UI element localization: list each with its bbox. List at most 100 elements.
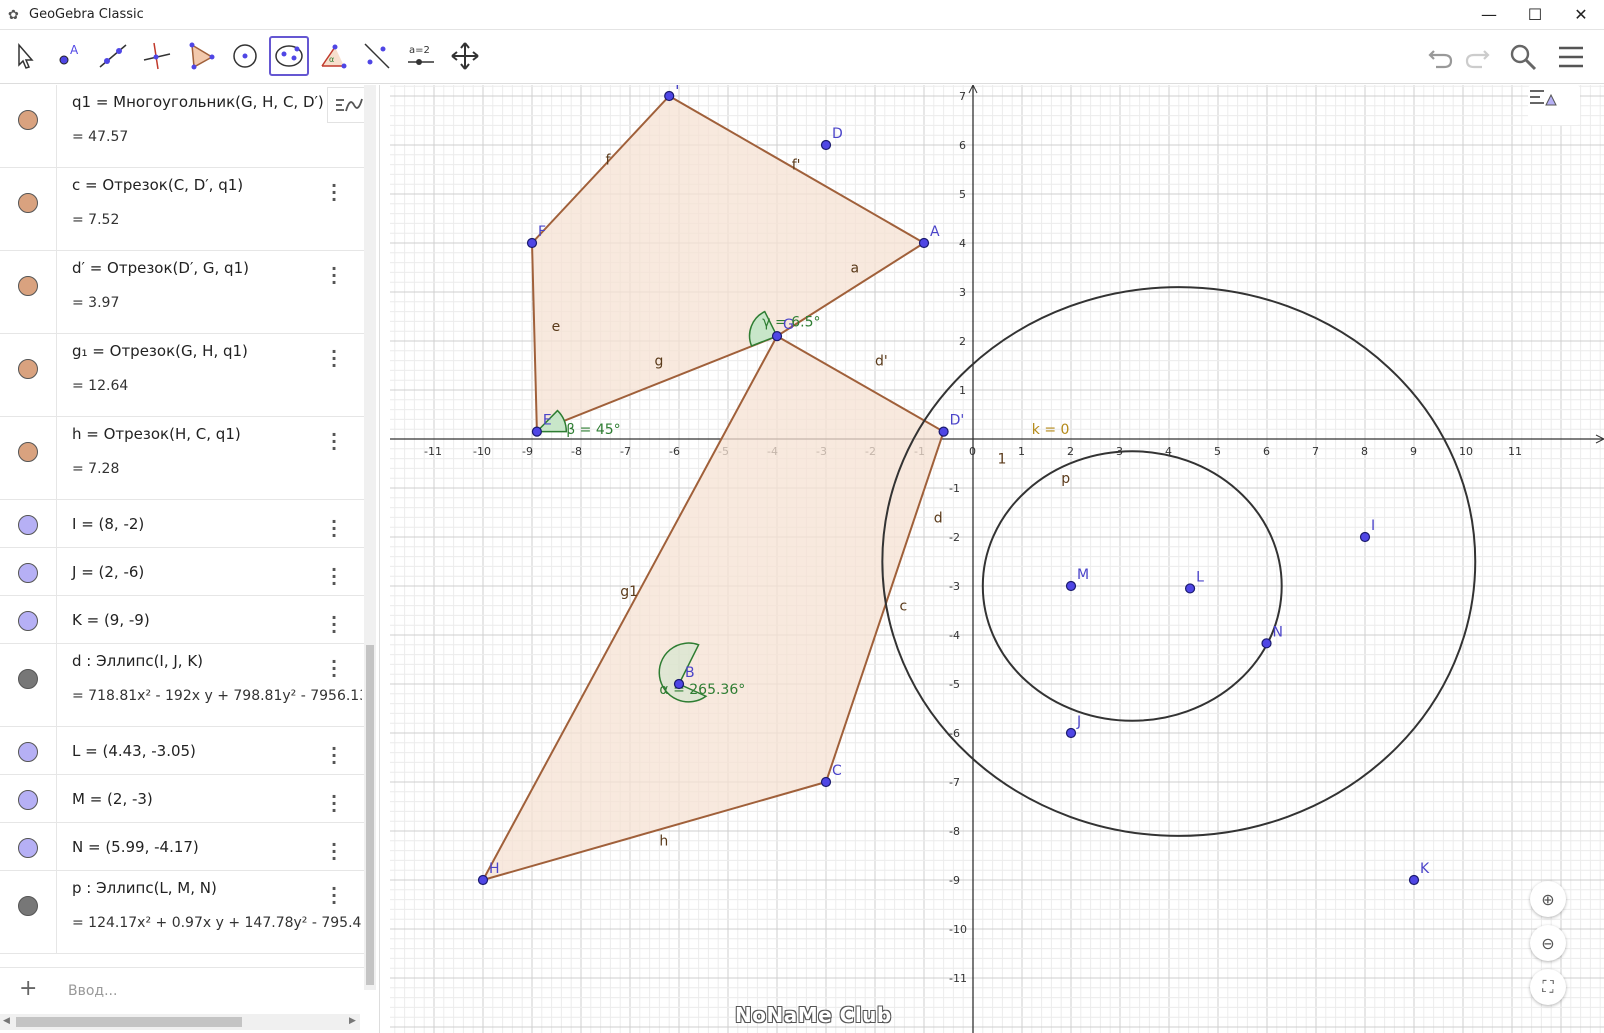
more-options-icon[interactable]: · · · xyxy=(330,427,338,457)
close-button[interactable]: ✕ xyxy=(1558,0,1604,30)
horizontal-scrollbar-thumb[interactable] xyxy=(16,1017,242,1027)
point-k[interactable] xyxy=(1408,874,1420,886)
point-tool-icon[interactable]: A xyxy=(49,36,89,76)
algebra-row[interactable]: M = (2, -3) · · · xyxy=(0,775,364,823)
point-n[interactable] xyxy=(1261,638,1272,649)
more-options-icon[interactable]: · · · xyxy=(330,178,338,208)
point-g[interactable] xyxy=(771,331,783,342)
scroll-left-icon[interactable]: ◀ xyxy=(3,1016,10,1026)
undo-icon[interactable] xyxy=(1422,38,1460,76)
algebra-definition[interactable]: L = (4.43, -3.05) xyxy=(72,742,196,760)
algebra-row[interactable]: q1 = Многоугольник(G, H, C, D′) = 47.57 xyxy=(0,85,364,168)
visibility-toggle-icon[interactable] xyxy=(18,563,38,583)
algebra-definition[interactable]: N = (5.99, -4.17) xyxy=(72,838,199,856)
redo-icon[interactable] xyxy=(1458,38,1496,76)
polygon-tool-icon[interactable] xyxy=(181,36,221,76)
algebra-row[interactable]: p : Эллипс(L, M, N) = 124.17x² + 0.97x y … xyxy=(0,871,364,954)
visibility-toggle-icon[interactable] xyxy=(18,359,38,379)
menu-icon[interactable] xyxy=(1552,38,1590,76)
algebra-definition[interactable]: I = (8, -2) xyxy=(72,515,144,533)
line-tool-icon[interactable] xyxy=(93,36,133,76)
algebra-definition[interactable]: g₁ = Отрезок(G, H, q1) xyxy=(72,342,248,360)
algebra-definition[interactable]: J = (2, -6) xyxy=(72,563,144,581)
maximize-button[interactable]: ☐ xyxy=(1512,0,1558,30)
fullscreen-icon[interactable]: ⛶ xyxy=(1530,969,1566,1005)
algebra-definition[interactable]: d : Эллипс(I, J, K) xyxy=(72,652,203,670)
slider-tool-icon[interactable]: a=2 xyxy=(401,36,441,76)
conic-tool-icon[interactable] xyxy=(269,36,309,76)
more-options-icon[interactable]: · · · xyxy=(330,610,338,640)
visibility-toggle-icon[interactable] xyxy=(18,110,38,130)
more-options-icon[interactable]: · · · xyxy=(330,344,338,374)
algebra-definition[interactable]: c = Отрезок(C, D′, q1) xyxy=(72,176,243,194)
reflect-tool-icon[interactable] xyxy=(357,36,397,76)
visibility-toggle-icon[interactable] xyxy=(18,515,38,535)
point-d-prime[interactable] xyxy=(938,426,949,437)
more-options-icon[interactable]: · · · xyxy=(330,654,338,684)
algebra-definition[interactable]: h = Отрезок(H, C, q1) xyxy=(72,425,241,443)
algebra-row[interactable]: d′ = Отрезок(D′, G, q1) = 3.97 · · · xyxy=(0,251,364,334)
angle-tool-icon[interactable]: α xyxy=(313,36,353,76)
algebra-row[interactable]: g₁ = Отрезок(G, H, q1) = 12.64 · · · xyxy=(0,334,364,417)
point-i[interactable] xyxy=(1359,531,1371,543)
graphics-view[interactable]: -11-10-9-8-7-6-5-4-3-2-101234567891011-1… xyxy=(390,85,1604,1033)
visibility-toggle-icon[interactable] xyxy=(18,790,38,810)
visibility-toggle-icon[interactable] xyxy=(18,838,38,858)
algebra-row[interactable]: I = (8, -2) · · · xyxy=(0,500,364,548)
algebra-definition[interactable]: d′ = Отрезок(D′, G, q1) xyxy=(72,259,249,277)
graphics-canvas[interactable]: -11-10-9-8-7-6-5-4-3-2-101234567891011-1… xyxy=(390,85,1604,1033)
algebra-definition[interactable]: M = (2, -3) xyxy=(72,790,153,808)
point-h[interactable] xyxy=(477,874,489,886)
more-options-icon[interactable]: · · · xyxy=(330,837,338,867)
move-graphics-tool-icon[interactable] xyxy=(445,36,485,76)
algebra-row[interactable]: L = (4.43, -3.05) · · · xyxy=(0,727,364,775)
move-tool-icon[interactable] xyxy=(5,36,45,76)
more-options-icon[interactable]: · · · xyxy=(330,881,338,911)
more-options-icon[interactable]: · · · xyxy=(330,261,338,291)
visibility-toggle-icon[interactable] xyxy=(18,611,38,631)
algebra-definition[interactable]: p : Эллипс(L, M, N) xyxy=(72,879,217,897)
graphics-style-bar-icon[interactable] xyxy=(1528,85,1580,125)
minimize-button[interactable]: — xyxy=(1466,0,1512,30)
algebra-definition[interactable]: K = (9, -9) xyxy=(72,611,150,629)
input-field[interactable]: Ввод... xyxy=(68,983,117,999)
point-f[interactable] xyxy=(526,237,538,249)
scroll-right-icon[interactable]: ▶ xyxy=(349,1016,356,1026)
point-a[interactable] xyxy=(918,237,930,249)
visibility-toggle-icon[interactable] xyxy=(18,742,38,762)
perpendicular-tool-icon[interactable] xyxy=(137,36,177,76)
algebra-scrollbar[interactable] xyxy=(364,85,376,990)
point-l[interactable] xyxy=(1184,583,1196,594)
more-options-icon[interactable]: · · · xyxy=(330,562,338,592)
algebra-row[interactable]: d : Эллипс(I, J, K) = 718.81x² - 192x y +… xyxy=(0,644,364,727)
algebra-row[interactable]: N = (5.99, -4.17) · · · xyxy=(0,823,364,871)
algebra-definition[interactable]: q1 = Многоугольник(G, H, C, D′) xyxy=(72,93,324,111)
input-bar[interactable]: + Ввод... xyxy=(0,967,364,1014)
algebra-row[interactable]: J = (2, -6) · · · xyxy=(0,548,364,596)
algebra-row[interactable]: h = Отрезок(H, C, q1) = 7.28 · · · xyxy=(0,417,364,500)
point-d[interactable] xyxy=(820,139,832,151)
more-options-icon[interactable]: · · · xyxy=(330,789,338,819)
algebra-row[interactable]: c = Отрезок(C, D′, q1) = 7.52 · · · xyxy=(0,168,364,251)
add-icon[interactable]: + xyxy=(19,976,37,1001)
algebra-scrollbar-thumb[interactable] xyxy=(366,645,374,985)
more-options-icon[interactable]: · · · xyxy=(330,741,338,771)
zoom-out-icon[interactable]: ⊖ xyxy=(1530,925,1566,961)
visibility-toggle-icon[interactable] xyxy=(18,669,38,689)
point-c[interactable] xyxy=(820,776,832,788)
point-e[interactable] xyxy=(531,426,542,437)
point-m[interactable] xyxy=(1065,580,1077,592)
visibility-toggle-icon[interactable] xyxy=(18,442,38,462)
point-f-prime[interactable] xyxy=(664,90,675,102)
point-j[interactable] xyxy=(1065,727,1077,739)
circle-tool-icon[interactable] xyxy=(225,36,265,76)
algebra-horizontal-scrollbar[interactable]: ◀ ▶ xyxy=(0,1014,360,1030)
visibility-toggle-icon[interactable] xyxy=(18,193,38,213)
zoom-in-icon[interactable]: ⊕ xyxy=(1530,881,1566,917)
search-icon[interactable] xyxy=(1504,38,1542,76)
visibility-toggle-icon[interactable] xyxy=(18,896,38,916)
algebra-row[interactable]: K = (9, -9) · · · xyxy=(0,596,364,644)
more-options-icon[interactable]: · · · xyxy=(330,514,338,544)
point-b[interactable] xyxy=(673,678,685,690)
visibility-toggle-icon[interactable] xyxy=(18,276,38,296)
